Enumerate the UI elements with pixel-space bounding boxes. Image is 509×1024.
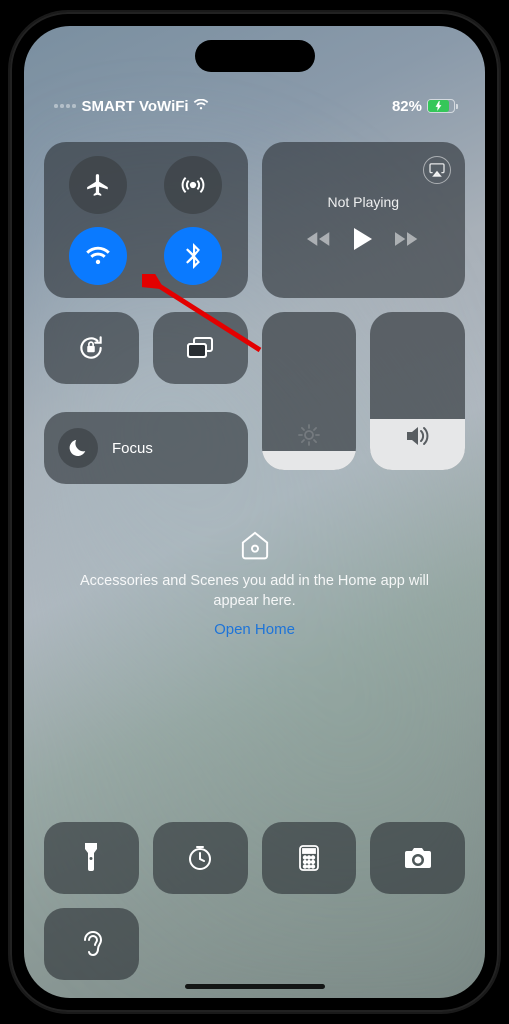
play-icon — [353, 228, 373, 250]
hearing-button[interactable] — [44, 908, 139, 980]
status-bar: SMART VoWiFi 82% — [24, 96, 485, 116]
forward-icon — [395, 231, 419, 247]
bluetooth-toggle[interactable] — [164, 227, 222, 285]
timer-icon — [186, 844, 214, 872]
control-center: Not Playing — [24, 126, 485, 998]
brightness-icon — [297, 423, 321, 452]
forward-button[interactable] — [395, 231, 419, 252]
calculator-icon — [298, 844, 320, 872]
focus-label: Focus — [112, 440, 153, 457]
screen-mirror-icon — [185, 336, 215, 360]
screen-mirroring-button[interactable] — [153, 312, 248, 384]
iphone-frame: SMART VoWiFi 82% — [10, 12, 499, 1012]
wifi-icon — [85, 246, 111, 266]
airplay-icon — [429, 163, 445, 177]
media-panel[interactable]: Not Playing — [262, 142, 466, 298]
play-button[interactable] — [353, 228, 373, 255]
carrier-label: SMART VoWiFi — [82, 98, 189, 115]
rewind-icon — [307, 231, 331, 247]
dynamic-island — [195, 40, 315, 72]
wifi-toggle[interactable] — [69, 227, 127, 285]
screen: SMART VoWiFi 82% — [24, 26, 485, 998]
rewind-button[interactable] — [307, 231, 331, 252]
flashlight-button[interactable] — [44, 822, 139, 894]
volume-icon — [405, 425, 431, 452]
media-title-label: Not Playing — [276, 194, 452, 210]
home-indicator[interactable] — [185, 984, 325, 989]
camera-icon — [403, 846, 433, 870]
timer-button[interactable] — [153, 822, 248, 894]
calculator-button[interactable] — [262, 822, 357, 894]
camera-button[interactable] — [370, 822, 465, 894]
wifi-status-icon — [193, 98, 209, 115]
cellular-signal-icon — [54, 104, 76, 108]
brightness-slider[interactable] — [262, 312, 357, 470]
bluetooth-icon — [185, 243, 201, 269]
flashlight-icon — [83, 843, 99, 873]
home-empty-message: Accessories and Scenes you add in the Ho… — [44, 572, 465, 611]
airplane-mode-toggle[interactable] — [69, 156, 127, 214]
battery-icon — [427, 99, 455, 113]
connectivity-panel[interactable] — [44, 142, 248, 298]
ear-icon — [79, 929, 103, 959]
airplane-icon — [85, 172, 111, 198]
home-empty-state: Accessories and Scenes you add in the Ho… — [44, 528, 465, 638]
home-icon — [238, 528, 272, 562]
focus-button[interactable]: Focus — [44, 412, 248, 484]
rotation-lock-icon — [76, 333, 106, 363]
volume-slider[interactable] — [370, 312, 465, 470]
airplay-button[interactable] — [423, 156, 451, 184]
battery-percent-label: 82% — [392, 98, 422, 115]
antenna-icon — [180, 172, 206, 198]
orientation-lock-toggle[interactable] — [44, 312, 139, 384]
open-home-link[interactable]: Open Home — [214, 621, 295, 638]
cellular-data-toggle[interactable] — [164, 156, 222, 214]
moon-icon — [68, 438, 88, 458]
